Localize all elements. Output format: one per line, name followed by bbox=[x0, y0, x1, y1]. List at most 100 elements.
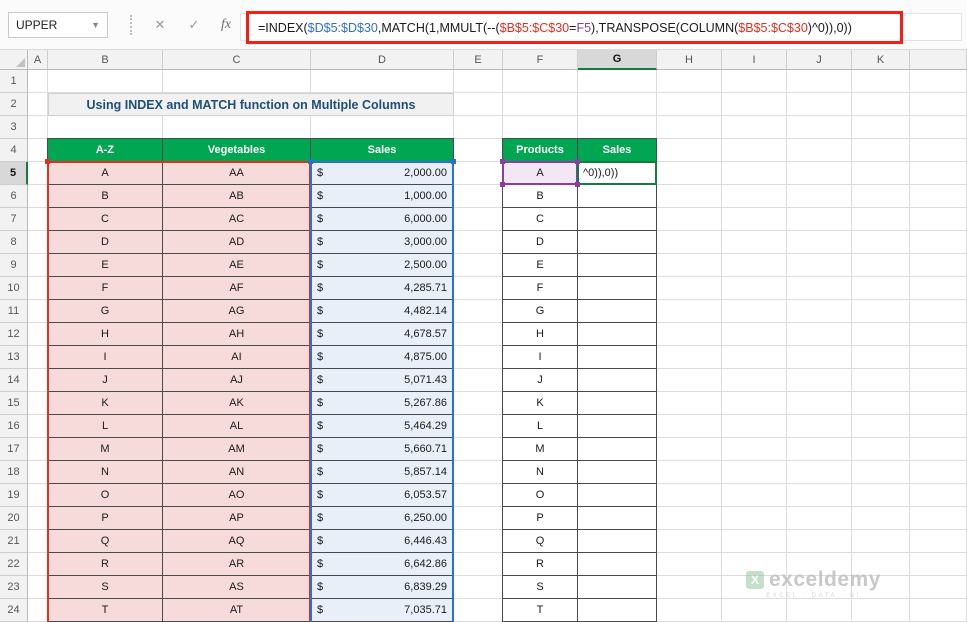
cell-B16[interactable]: L bbox=[48, 415, 163, 438]
cell-D6[interactable]: $1,000.00 bbox=[311, 185, 454, 208]
cell-D5[interactable]: $2,000.00 bbox=[311, 162, 454, 185]
cell-G20[interactable] bbox=[578, 507, 657, 530]
cell-G9[interactable] bbox=[578, 254, 657, 277]
row-header-10[interactable]: 10 bbox=[0, 277, 28, 300]
cell-F17[interactable]: M bbox=[503, 438, 578, 461]
row-header-19[interactable]: 19 bbox=[0, 484, 28, 507]
cell-F24[interactable]: T bbox=[503, 599, 578, 622]
column-header-E[interactable]: E bbox=[454, 50, 503, 70]
cell-D15[interactable]: $5,267.86 bbox=[311, 392, 454, 415]
cell-B8[interactable]: D bbox=[48, 231, 163, 254]
cell-D16[interactable]: $5,464.29 bbox=[311, 415, 454, 438]
cell-C23[interactable]: AS bbox=[163, 576, 311, 599]
row-header-7[interactable]: 7 bbox=[0, 208, 28, 231]
cell-F11[interactable]: G bbox=[503, 300, 578, 323]
row-header-11[interactable]: 11 bbox=[0, 300, 28, 323]
cell-G10[interactable] bbox=[578, 277, 657, 300]
cell-D21[interactable]: $6,446.43 bbox=[311, 530, 454, 553]
cell-G6[interactable] bbox=[578, 185, 657, 208]
cell-F20[interactable]: P bbox=[503, 507, 578, 530]
cell-B23[interactable]: S bbox=[48, 576, 163, 599]
row-header-15[interactable]: 15 bbox=[0, 392, 28, 415]
cell-B12[interactable]: H bbox=[48, 323, 163, 346]
row-header-6[interactable]: 6 bbox=[0, 185, 28, 208]
row-header-3[interactable]: 3 bbox=[0, 116, 28, 139]
column-header-G[interactable]: G bbox=[578, 50, 657, 70]
cell-G24[interactable] bbox=[578, 599, 657, 622]
table-header-sales[interactable]: Sales bbox=[311, 139, 454, 162]
cell-B5[interactable]: A bbox=[48, 162, 163, 185]
cell-D10[interactable]: $4,285.71 bbox=[311, 277, 454, 300]
cell-F14[interactable]: J bbox=[503, 369, 578, 392]
cell-C17[interactable]: AM bbox=[163, 438, 311, 461]
cell-C10[interactable]: AF bbox=[163, 277, 311, 300]
row-header-14[interactable]: 14 bbox=[0, 369, 28, 392]
row-header-21[interactable]: 21 bbox=[0, 530, 28, 553]
cell-D7[interactable]: $6,000.00 bbox=[311, 208, 454, 231]
column-header-I[interactable]: I bbox=[722, 50, 787, 70]
cell-B14[interactable]: J bbox=[48, 369, 163, 392]
column-header-D[interactable]: D bbox=[311, 50, 454, 70]
cell-F7[interactable]: C bbox=[503, 208, 578, 231]
cell-D20[interactable]: $6,250.00 bbox=[311, 507, 454, 530]
cell-G12[interactable] bbox=[578, 323, 657, 346]
row-header-17[interactable]: 17 bbox=[0, 438, 28, 461]
cell-C20[interactable]: AP bbox=[163, 507, 311, 530]
name-box[interactable]: UPPER ▼ bbox=[8, 12, 108, 38]
table-header-vegetables[interactable]: Vegetables bbox=[163, 139, 311, 162]
cell-B18[interactable]: N bbox=[48, 461, 163, 484]
cell-C15[interactable]: AK bbox=[163, 392, 311, 415]
cell-D22[interactable]: $6,642.86 bbox=[311, 553, 454, 576]
cell-D8[interactable]: $3,000.00 bbox=[311, 231, 454, 254]
cell-D23[interactable]: $6,839.29 bbox=[311, 576, 454, 599]
row-header-8[interactable]: 8 bbox=[0, 231, 28, 254]
cell-F5[interactable]: A bbox=[503, 162, 578, 185]
row-header-4[interactable]: 4 bbox=[0, 139, 28, 162]
cell-F23[interactable]: S bbox=[503, 576, 578, 599]
row-header-18[interactable]: 18 bbox=[0, 461, 28, 484]
table-header-sales[interactable]: Sales bbox=[578, 139, 657, 162]
insert-function-icon[interactable]: fx bbox=[212, 12, 240, 38]
row-header-22[interactable]: 22 bbox=[0, 553, 28, 576]
column-header-C[interactable]: C bbox=[163, 50, 311, 70]
cell-D17[interactable]: $5,660.71 bbox=[311, 438, 454, 461]
table-header-products[interactable]: Products bbox=[503, 139, 578, 162]
cell-B15[interactable]: K bbox=[48, 392, 163, 415]
chevron-down-icon[interactable]: ▼ bbox=[91, 20, 100, 30]
row-header-12[interactable]: 12 bbox=[0, 323, 28, 346]
title-banner[interactable]: Using INDEX and MATCH function on Multip… bbox=[48, 93, 454, 116]
row-header-9[interactable]: 9 bbox=[0, 254, 28, 277]
column-header-F[interactable]: F bbox=[503, 50, 578, 70]
cell-G18[interactable] bbox=[578, 461, 657, 484]
cell-C7[interactable]: AC bbox=[163, 208, 311, 231]
cell-G23[interactable] bbox=[578, 576, 657, 599]
cell-G15[interactable] bbox=[578, 392, 657, 415]
cell-C6[interactable]: AB bbox=[163, 185, 311, 208]
cell-G7[interactable] bbox=[578, 208, 657, 231]
cell-B13[interactable]: I bbox=[48, 346, 163, 369]
cell-F10[interactable]: F bbox=[503, 277, 578, 300]
cell-G19[interactable] bbox=[578, 484, 657, 507]
cell-F16[interactable]: L bbox=[503, 415, 578, 438]
cell-D14[interactable]: $5,071.43 bbox=[311, 369, 454, 392]
cell-B10[interactable]: F bbox=[48, 277, 163, 300]
cell-F12[interactable]: H bbox=[503, 323, 578, 346]
cell-B9[interactable]: E bbox=[48, 254, 163, 277]
row-header-13[interactable]: 13 bbox=[0, 346, 28, 369]
column-header-H[interactable]: H bbox=[657, 50, 722, 70]
row-header-1[interactable]: 1 bbox=[0, 70, 28, 93]
cell-D9[interactable]: $2,500.00 bbox=[311, 254, 454, 277]
cell-C16[interactable]: AL bbox=[163, 415, 311, 438]
cell-B19[interactable]: O bbox=[48, 484, 163, 507]
cell-F9[interactable]: E bbox=[503, 254, 578, 277]
cell-C13[interactable]: AI bbox=[163, 346, 311, 369]
cell-F18[interactable]: N bbox=[503, 461, 578, 484]
cell-B21[interactable]: Q bbox=[48, 530, 163, 553]
select-all-corner[interactable] bbox=[0, 50, 28, 70]
cell-B11[interactable]: G bbox=[48, 300, 163, 323]
cell-C19[interactable]: AO bbox=[163, 484, 311, 507]
row-header-2[interactable]: 2 bbox=[0, 93, 28, 116]
row-header-24[interactable]: 24 bbox=[0, 599, 28, 622]
cell-G21[interactable] bbox=[578, 530, 657, 553]
cell-F6[interactable]: B bbox=[503, 185, 578, 208]
